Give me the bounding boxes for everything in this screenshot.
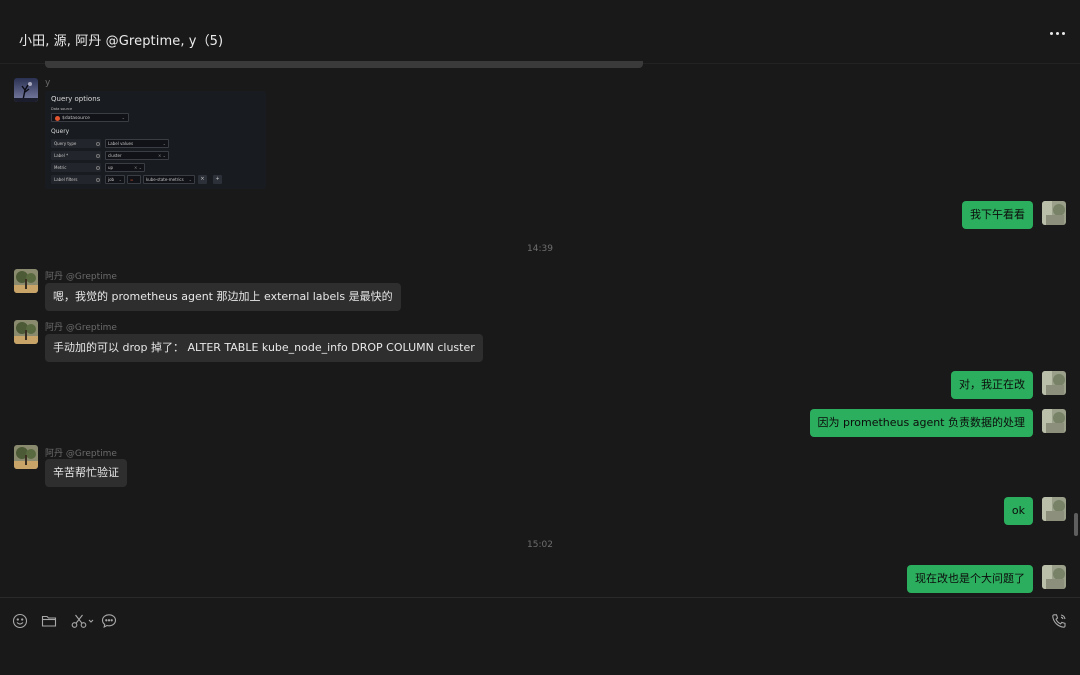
avatar-self[interactable] [1042, 371, 1066, 395]
scrollbar-thumb[interactable] [1074, 513, 1078, 536]
timestamp: 15:02 [527, 540, 553, 550]
row-label: Metric [51, 163, 101, 172]
previous-image-fragment[interactable] [45, 61, 643, 68]
screenshot-ds-value: $datasource [62, 115, 90, 121]
sender-name: 阿丹 @Greptime [45, 323, 117, 333]
info-icon [96, 153, 100, 158]
screenshot-section: Query [51, 128, 70, 135]
avatar-adan[interactable] [14, 445, 38, 469]
screenshot-ds-select: $datasource ⌄ [51, 113, 129, 122]
outgoing-message[interactable]: 对，我正在改 [951, 371, 1033, 399]
screenshot-title: Query options [51, 95, 101, 103]
query-options-screenshot[interactable]: Query options Data source $datasource ⌄ … [45, 91, 266, 189]
row-label: Label * [51, 151, 101, 160]
folder-icon[interactable] [41, 613, 57, 629]
sender-name: y [45, 78, 51, 88]
avatar-y[interactable] [14, 78, 38, 102]
info-icon [96, 177, 100, 182]
row-field: up × ⌄ [105, 163, 145, 172]
chat-header: 小田, 源, 阿丹 @Greptime, y（5) [0, 0, 1080, 64]
row-label: Label filters [51, 175, 101, 184]
more-options-icon[interactable] [1050, 32, 1066, 36]
message-composer[interactable] [0, 597, 1080, 675]
outgoing-message[interactable]: 我下午看看 [962, 201, 1033, 229]
incoming-message[interactable]: 辛苦帮忙验证 [45, 459, 127, 487]
sender-name: 阿丹 @Greptime [45, 272, 117, 282]
incoming-message[interactable]: 嗯，我觉的 prometheus agent 那边加上 external lab… [45, 283, 401, 311]
outgoing-message[interactable]: ok [1003, 497, 1033, 525]
chevron-down-icon: ⌄ [121, 115, 125, 120]
avatar-self[interactable] [1042, 565, 1066, 589]
chat-title: 小田, 源, 阿丹 @Greptime, y（5) [19, 34, 224, 49]
avatar-adan[interactable] [14, 269, 38, 293]
remove-filter-icon: × [198, 175, 207, 184]
avatar-self[interactable] [1042, 201, 1066, 225]
info-icon [96, 165, 100, 170]
row-field-value: kube-state-metrics ⌄ [143, 175, 195, 184]
avatar-self[interactable] [1042, 497, 1066, 521]
phone-icon[interactable] [1051, 613, 1067, 629]
sender-name: 阿丹 @Greptime [45, 449, 117, 459]
row-label: Query type [51, 139, 101, 148]
outgoing-message[interactable]: 因为 prometheus agent 负责数据的处理 [809, 409, 1033, 437]
emoji-icon[interactable] [12, 613, 28, 629]
outgoing-message[interactable]: 现在改也是个大问题了 [907, 565, 1033, 593]
row-field-op: = [127, 175, 141, 184]
datasource-icon [55, 116, 60, 121]
avatar-adan[interactable] [14, 320, 38, 344]
row-field: cluster × ⌄ [105, 151, 169, 160]
screenshot-ds-label: Data source [51, 107, 73, 111]
add-filter-icon: + [213, 175, 222, 184]
scissors-icon[interactable] [71, 613, 95, 629]
row-field: job ⌄ [105, 175, 125, 184]
timestamp: 14:39 [527, 244, 553, 254]
chat-history-icon[interactable] [101, 613, 117, 629]
avatar-self[interactable] [1042, 409, 1066, 433]
incoming-message[interactable]: 手动加的可以 drop 掉了： ALTER TABLE kube_node_in… [45, 334, 483, 362]
row-field: Label values ⌄ [105, 139, 169, 148]
info-icon [96, 141, 100, 146]
